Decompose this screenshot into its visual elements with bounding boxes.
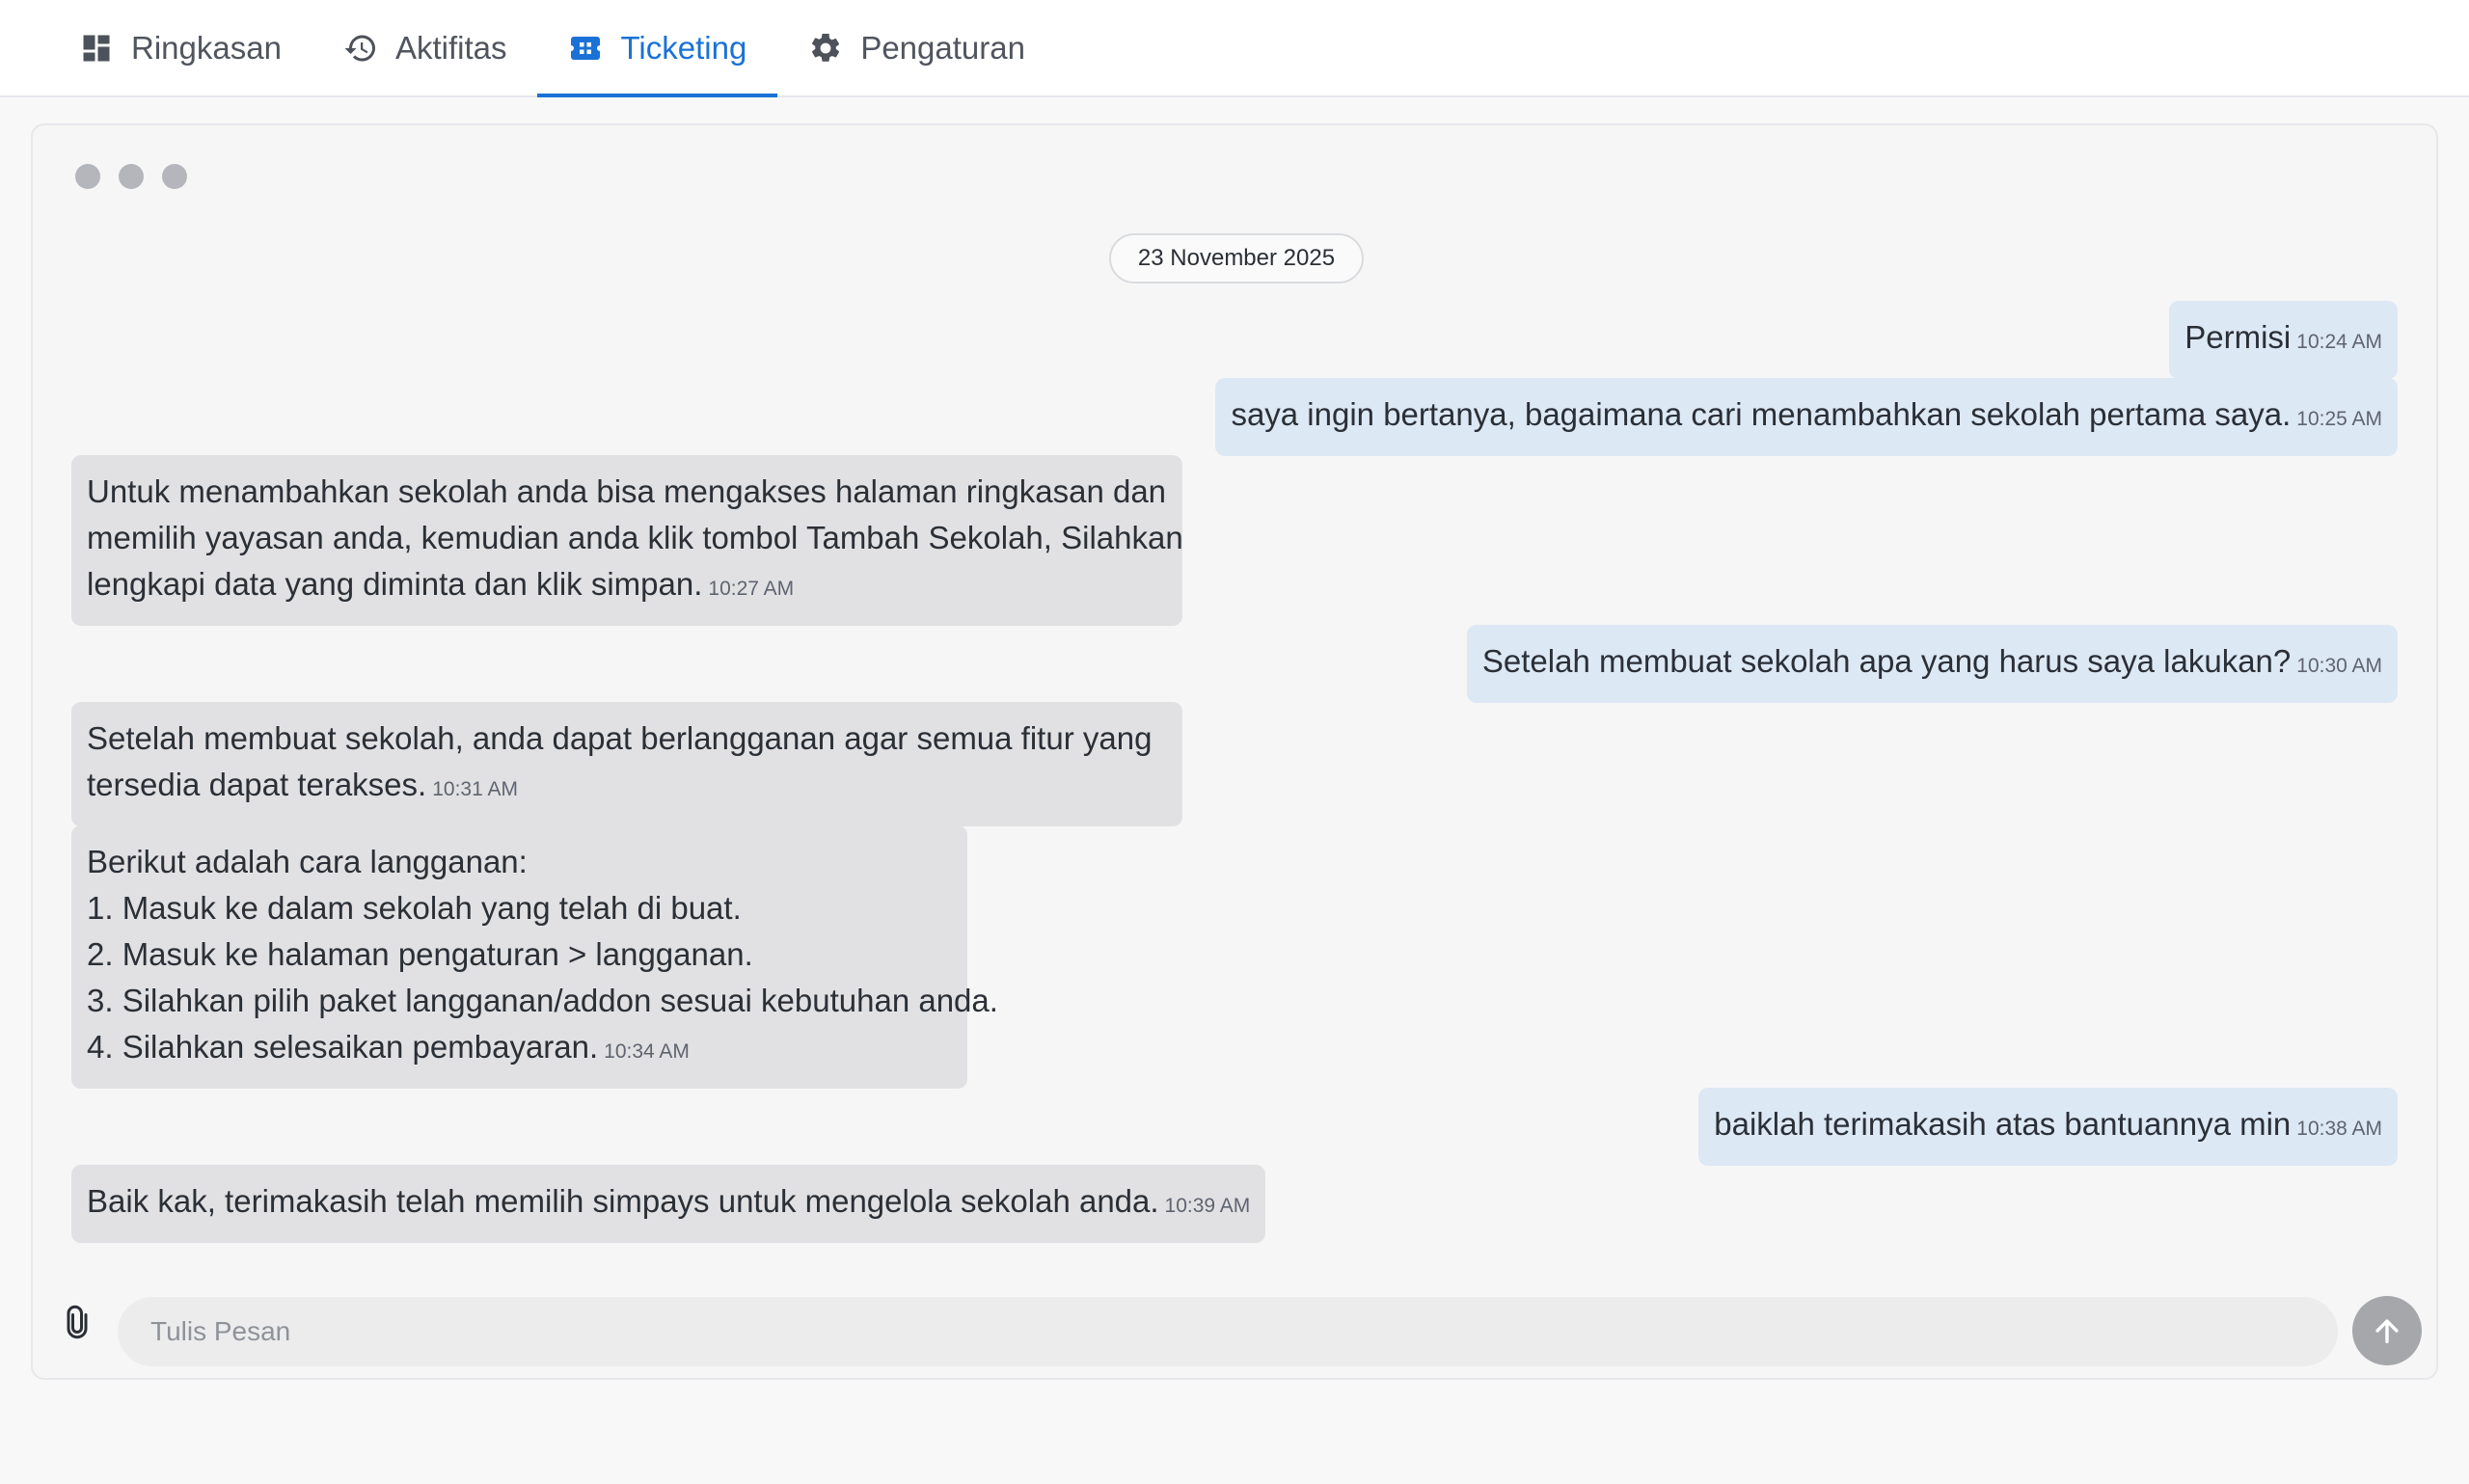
tab-label: Aktifitas [394,29,507,66]
message-bubble-sent: saya ingin bertanya, bagaimana cari mena… [1215,378,2398,456]
tab-bar: Ringkasan Aktifitas Ticketing Pengaturan [0,0,2469,97]
message-bubble-sent: baiklah terimakasih atas bantuannya min 1… [1698,1088,2398,1166]
message-time: 10:34 AM [604,1040,690,1063]
gear-icon [812,33,840,62]
message-line-last: tersedia dapat terakses. 10:31 AM [87,762,1167,813]
tab-label: Ringkasan [131,29,282,66]
tab-label: Ticketing [620,29,747,66]
message-line: Berikut adalah cara langganan: [87,844,528,879]
history-icon [344,35,375,61]
message-time: 10:31 AM [432,778,518,800]
dot-icon [119,164,144,189]
message-text: Permisi [2184,319,2292,355]
message-line: 2. Masuk ke halaman pengaturan > langgan… [87,936,753,972]
tab-label: Pengaturan [860,29,1025,66]
message-line: Untuk menambahkan sekolah anda bisa meng… [87,473,1167,509]
date-separator: 23 November 2025 [1109,233,1364,283]
message-line: Setelah membuat sekolah, anda dapat berl… [87,720,1153,756]
message-text: saya ingin bertanya, bagaimana cari mena… [1231,396,2292,432]
message-bubble-received: Berikut adalah cara langganan: 1. Masuk … [71,825,998,1089]
message-time: 10:25 AM [2296,408,2382,430]
message-line: 1. Masuk ke dalam sekolah yang telah di … [87,890,742,926]
attach-button[interactable] [60,1305,95,1339]
message-line: memilih yayasan anda, kemudian anda klik… [87,520,1183,555]
message-text: lengkapi data yang diminta dan klik simp… [87,566,703,602]
message-bubble-received: Baik kak, terimakasih telah memilih simp… [71,1165,1266,1243]
tab-ringkasan[interactable]: Ringkasan [48,0,312,95]
message-bubble-received: Untuk menambahkan sekolah anda bisa meng… [71,455,1183,626]
tab-ticketing[interactable]: Ticketing [537,0,778,97]
message-text: tersedia dapat terakses. [87,767,427,802]
dashboard-icon [83,35,110,61]
dot-icon [162,164,187,189]
ticket-icon [571,36,601,60]
tab-pengaturan[interactable]: Pengaturan [777,0,1056,95]
arrow-up-icon [2375,1319,2399,1344]
message-text: 4. Silahkan selesaikan pembayaran. [87,1029,599,1065]
dot-icon [75,164,100,189]
send-button[interactable] [2352,1296,2422,1365]
message-bubble-sent: Permisi 10:24 AM [2169,301,2398,379]
message-input[interactable] [118,1297,2338,1366]
message-bubble-sent: Setelah membuat sekolah apa yang harus s… [1466,625,2398,703]
chat-panel: 23 November 2025 Permisi 10:24 AM saya in… [31,123,2438,1380]
message-line-last: 4. Silahkan selesaikan pembayaran. 10:34 … [87,1024,952,1075]
message-text: Setelah membuat sekolah apa yang harus s… [1481,643,2292,679]
message-time: 10:30 AM [2296,655,2382,677]
message-bubble-received: Setelah membuat sekolah, anda dapat berl… [71,702,1182,826]
message-text: Baik kak, terimakasih telah memilih simp… [87,1183,1159,1219]
message-time: 10:38 AM [2296,1118,2382,1140]
window-dots [75,164,187,189]
message-line-last: lengkapi data yang diminta dan klik simp… [87,561,1167,612]
message-time: 10:24 AM [2296,331,2382,353]
paperclip-icon [67,1305,88,1339]
message-time: 10:39 AM [1164,1195,1251,1217]
message-line: 3. Silahkan pilih paket langganan/addon … [87,983,998,1018]
message-text: baiklah terimakasih atas bantuannya min [1714,1106,2292,1142]
message-time: 10:27 AM [708,578,795,600]
tab-aktifitas[interactable]: Aktifitas [312,0,538,95]
